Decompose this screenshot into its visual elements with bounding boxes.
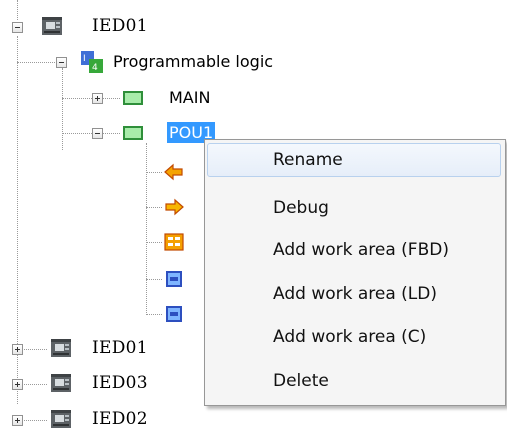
- device-icon: [51, 410, 71, 428]
- tree-item-device-label[interactable]: IED01: [92, 338, 148, 358]
- tree-item-main-label[interactable]: MAIN: [169, 88, 210, 107]
- tree-connector: [62, 133, 92, 134]
- context-menu: Rename Debug Add work area (FBD) Add wor…: [204, 139, 506, 406]
- variables-icon[interactable]: [163, 232, 185, 252]
- menu-item-add-work-area-fbd[interactable]: Add work area (FBD): [207, 233, 501, 267]
- device-icon: [51, 339, 71, 357]
- tree-connector: [146, 279, 162, 280]
- tree-item-device-label[interactable]: IED02: [92, 409, 148, 429]
- programmable-logic-icon: I 4: [81, 51, 103, 73]
- tree-item-device-label[interactable]: IED03: [92, 373, 148, 393]
- menu-item-delete[interactable]: Delete: [207, 364, 501, 398]
- menu-item-rename[interactable]: Rename: [207, 143, 501, 177]
- device-icon: [51, 374, 71, 392]
- output-arrow-icon[interactable]: [163, 197, 185, 217]
- tree-connector: [146, 207, 162, 208]
- expander-expand-device-0[interactable]: [12, 344, 23, 355]
- menu-item-add-work-area-c[interactable]: Add work area (C): [207, 320, 501, 354]
- work-area-icon[interactable]: [163, 269, 185, 289]
- expander-expand-device-1[interactable]: [12, 379, 23, 390]
- expander-collapse-pou[interactable]: [92, 128, 103, 139]
- menu-item-add-work-area-ld[interactable]: Add work area (LD): [207, 277, 501, 311]
- device-icon: [42, 17, 62, 35]
- expander-collapse-logic[interactable]: [56, 57, 67, 68]
- project-tree-window: IED01 I 4 Programmable logic MAIN POU1 I…: [0, 0, 507, 432]
- svg-text:4: 4: [92, 63, 98, 73]
- tree-connector: [146, 143, 147, 315]
- tree-item-logic-label[interactable]: Programmable logic: [113, 52, 273, 71]
- tree-connector: [146, 242, 162, 243]
- expander-expand-device-2[interactable]: [12, 415, 23, 426]
- tree-item-root-label[interactable]: IED01: [92, 16, 148, 36]
- tree-connector: [146, 172, 162, 173]
- tree-connector: [62, 68, 63, 150]
- expander-collapse-root[interactable]: [12, 22, 23, 33]
- tree-connector: [17, 62, 57, 63]
- input-arrow-icon[interactable]: [163, 162, 185, 182]
- tree-connector: [62, 98, 92, 99]
- tree-connector: [146, 314, 162, 315]
- expander-expand-main[interactable]: [92, 93, 103, 104]
- menu-item-debug[interactable]: Debug: [207, 191, 501, 225]
- program-block-icon: [123, 126, 143, 140]
- tree-connector: [102, 133, 120, 134]
- tree-connector: [102, 98, 120, 99]
- work-area-icon[interactable]: [163, 304, 185, 324]
- svg-text:I: I: [83, 54, 86, 64]
- program-block-icon: [123, 91, 143, 105]
- tree-connector: [17, 0, 18, 20]
